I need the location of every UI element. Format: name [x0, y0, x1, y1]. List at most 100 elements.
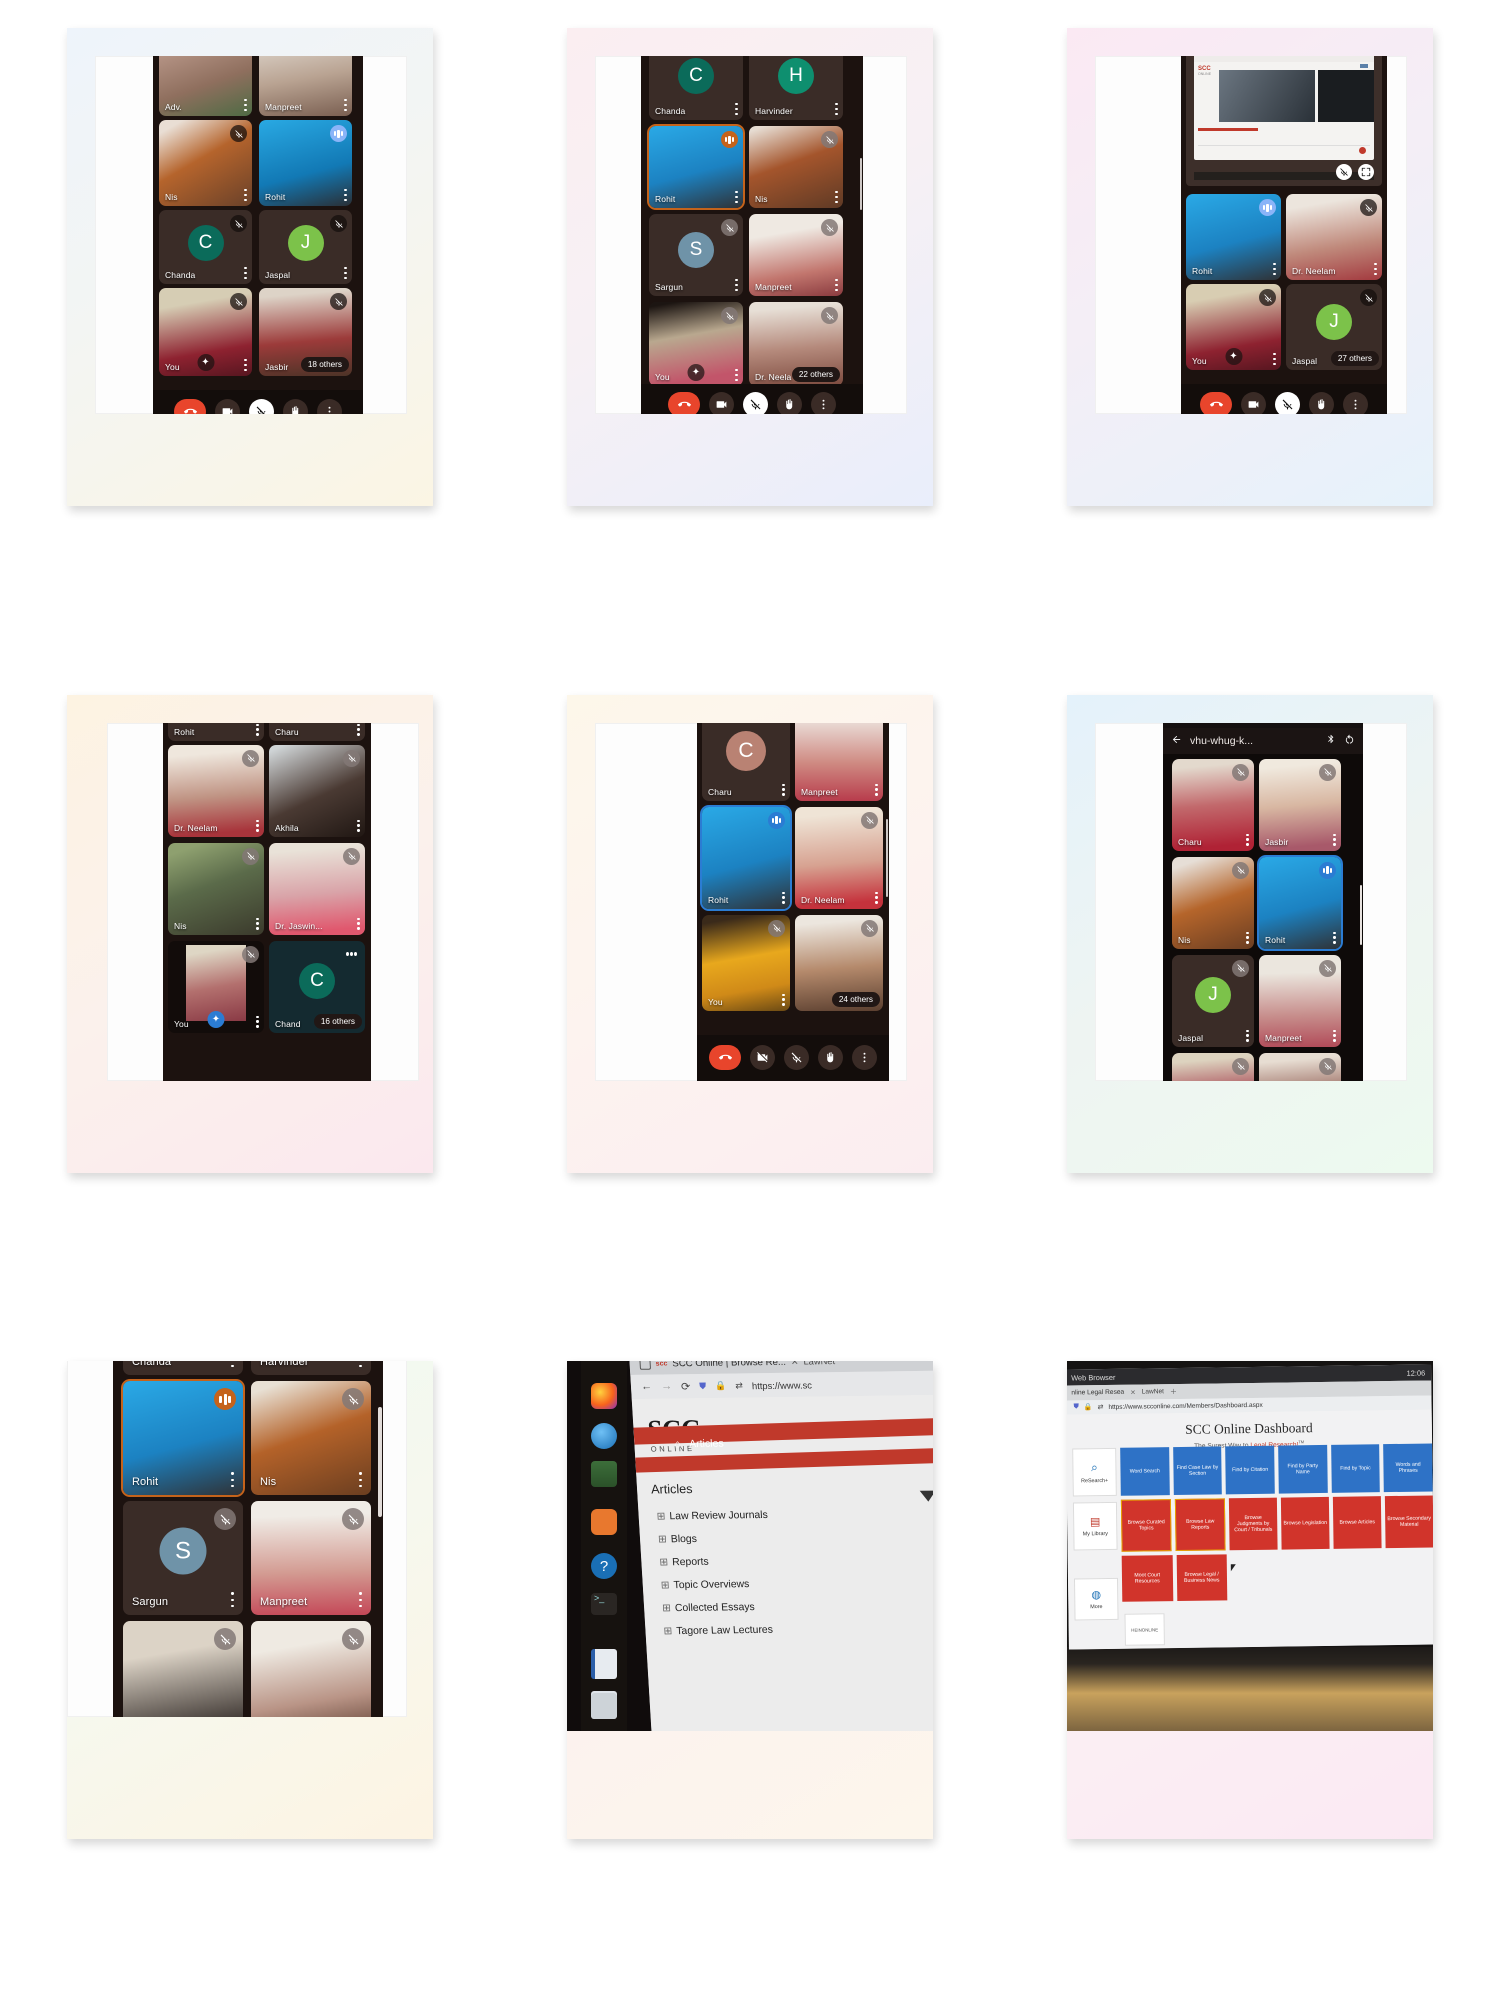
meet-tile-active-speaker[interactable]: Rohit [123, 1381, 243, 1496]
reader-icon[interactable]: ⇄ [1098, 1403, 1104, 1411]
fullscreen-button[interactable] [1358, 164, 1374, 180]
expand-icon[interactable]: ⊞ [656, 1512, 665, 1523]
lock-icon[interactable]: 🔒 [715, 1380, 727, 1391]
more-button[interactable]: ◍ More [1073, 1578, 1119, 1621]
scrollbar[interactable] [859, 158, 862, 210]
meet-tile[interactable]: Dr. Jaswin... [269, 842, 365, 935]
shield-icon[interactable]: ⛊ [699, 1381, 706, 1392]
meet-tile[interactable] [123, 1621, 243, 1718]
research-plus-button[interactable]: ⌕ ReSearch+ [1072, 1448, 1117, 1497]
lock-icon[interactable]: 🔒 [1084, 1404, 1093, 1412]
camera-button[interactable] [1241, 391, 1266, 414]
expand-icon[interactable]: ⊞ [662, 1604, 671, 1615]
meet-tile-self[interactable]: You [702, 914, 790, 1011]
dashboard-tile-red[interactable]: Browse Curated Topics [1120, 1499, 1172, 1553]
expand-icon[interactable]: ⊞ [661, 1581, 670, 1592]
meet-tile[interactable]: C Charu [702, 722, 790, 801]
meet-tile[interactable]: Nis [168, 842, 264, 935]
list-item[interactable]: ⊞ Topic Overviews [660, 1576, 933, 1592]
others-badge[interactable]: 22 others [791, 367, 840, 382]
polaroid-card-3[interactable]: SCC ONLINE Rohit Dr. Neelam You ✦ J Jasp… [1067, 28, 1433, 506]
meet-tile[interactable]: Rohit [168, 722, 264, 741]
meet-tile-self[interactable]: You ✦ [168, 940, 264, 1033]
tile-menu-button[interactable] [1333, 931, 1336, 944]
tile-menu-button[interactable] [782, 783, 785, 796]
filter-icon[interactable] [919, 1490, 933, 1503]
tile-menu-button[interactable] [1333, 1029, 1336, 1042]
tile-menu-button[interactable] [1246, 931, 1249, 944]
meet-tile[interactable]: 24 others [795, 914, 883, 1011]
meet-tile[interactable] [251, 1621, 371, 1718]
meet-tile[interactable]: Charu [1172, 758, 1254, 851]
tile-menu-button[interactable] [359, 1592, 362, 1608]
url-text[interactable]: https://www.scconline.com/Members/Dashbo… [1108, 1402, 1262, 1411]
firefox-icon[interactable] [591, 1383, 617, 1410]
meet-tile[interactable]: Manpreet [749, 214, 843, 296]
dashboard-tile-red[interactable]: Browse Secondary Material [1384, 1495, 1433, 1549]
tile-menu-button[interactable] [735, 369, 738, 381]
dashboard-tile-red[interactable]: Browse Law Reports [1174, 1498, 1226, 1552]
meet-tile-active-speaker[interactable]: Rohit [1259, 856, 1341, 949]
tile-menu-button[interactable] [256, 723, 259, 736]
help-icon[interactable]: ? [591, 1553, 617, 1580]
tile-menu-button[interactable] [359, 1361, 362, 1368]
browser-icon[interactable] [591, 1423, 617, 1450]
dashboard-tile-red[interactable]: Moot Court Resources [1121, 1555, 1173, 1603]
reload-icon[interactable]: ⟳ [681, 1380, 691, 1393]
meeting-code[interactable]: vhu-whug-k... [1190, 735, 1318, 747]
camera-button[interactable] [709, 391, 734, 414]
more-options-button[interactable] [1343, 391, 1368, 414]
tile-menu-button[interactable] [244, 189, 247, 201]
back-arrow-icon[interactable] [1171, 734, 1182, 748]
meet-tile[interactable]: Jasbir 18 others [259, 288, 352, 376]
my-library-button[interactable]: ▤ My Library [1072, 1502, 1118, 1551]
app-icon[interactable] [591, 1461, 617, 1488]
tile-menu-button[interactable] [1333, 833, 1336, 846]
raise-hand-button[interactable] [818, 1045, 843, 1071]
end-call-button[interactable] [709, 1045, 741, 1071]
tile-menu-button[interactable] [1246, 1029, 1249, 1042]
tile-menu-button[interactable] [231, 1361, 234, 1368]
tile-menu-button[interactable] [835, 279, 838, 291]
tile-menu-button[interactable] [244, 99, 247, 111]
breadcrumb-label[interactable]: Articles [689, 1438, 724, 1450]
tile-menu-button[interactable] [357, 819, 360, 832]
polaroid-card-6[interactable]: 13:40 18% vhu-whug-k... [1067, 694, 1433, 1173]
dashboard-tile-red[interactable]: Browse Articles [1332, 1496, 1382, 1550]
browser-tab-title[interactable]: nline Legal Resea [1071, 1389, 1124, 1397]
browser-tab-title-2[interactable]: LawNet [803, 1361, 835, 1367]
effects-icon[interactable]: ✦ [197, 354, 214, 371]
meet-tile[interactable]: 19 others [1259, 1052, 1341, 1081]
meet-tile[interactable]: Rohit [1186, 194, 1281, 280]
meet-tile-self[interactable]: Y... ✦ [1172, 1052, 1254, 1081]
list-item[interactable]: ⊞ Reports [659, 1553, 933, 1569]
meet-tile[interactable]: Jasbir [1259, 758, 1341, 851]
meet-tile[interactable]: Chanda [123, 1361, 243, 1376]
end-call-button[interactable] [1200, 391, 1232, 414]
expand-icon[interactable]: ⊞ [663, 1626, 672, 1637]
meet-tile-active-speaker[interactable]: Rohit [702, 806, 790, 909]
reader-icon[interactable]: ⇄ [735, 1380, 743, 1391]
shared-screen-presentation[interactable]: SCC ONLINE [1186, 56, 1382, 186]
document-icon[interactable] [591, 1649, 617, 1680]
tile-menu-button[interactable] [735, 279, 738, 291]
meet-tile[interactable]: J Jaspal [1172, 954, 1254, 1047]
tile-menu-button[interactable] [875, 783, 878, 796]
tile-menu-button[interactable] [357, 723, 360, 736]
dashboard-tile-blue[interactable]: Find by Party Name [1278, 1445, 1328, 1494]
polaroid-card-7[interactable]: Chanda Harvinder Rohit Nis S Sargun Manp… [67, 1361, 433, 1840]
others-badge[interactable]: 18 others [300, 357, 349, 372]
list-item[interactable]: ⊞ Collected Essays [662, 1599, 933, 1615]
meet-tile[interactable]: Rohit [259, 120, 352, 206]
meet-tile[interactable]: C Chanda [159, 210, 252, 284]
tile-menu-button[interactable] [735, 103, 738, 115]
new-tab-icon[interactable]: ＋ [1170, 1387, 1177, 1397]
raise-hand-button[interactable] [777, 391, 802, 414]
meet-tile[interactable]: C Chand 16 others [269, 940, 365, 1033]
end-call-button[interactable] [668, 391, 700, 414]
dashboard-tile-blue[interactable]: Find Case Law by Section [1172, 1446, 1223, 1496]
tile-menu-button[interactable] [256, 819, 259, 832]
meet-tile[interactable]: Dr. Neela 22 others [749, 302, 843, 386]
others-badge[interactable]: 27 others [1330, 351, 1379, 366]
polaroid-card-8[interactable]: ? >_ scc SCC Online | Browse Re... ✕ Law… [567, 1361, 933, 1840]
